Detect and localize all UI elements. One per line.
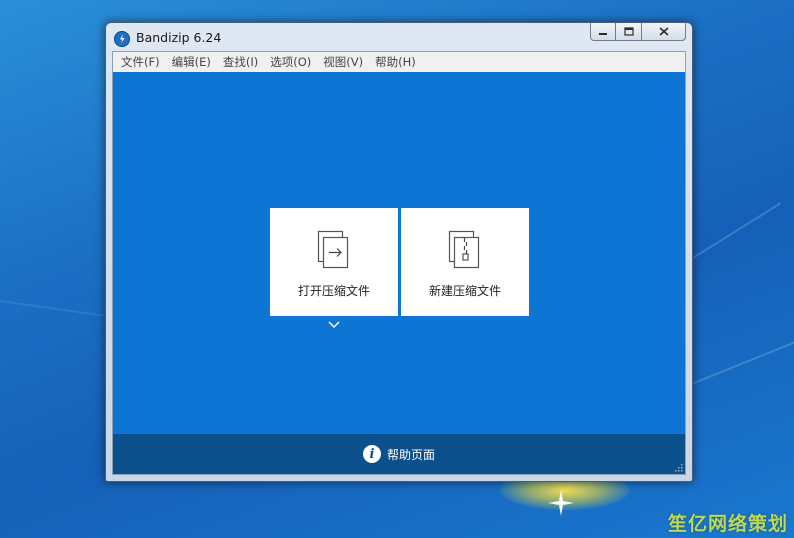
main-panel: 打开压缩文件 新建压缩文件 — [113, 72, 685, 434]
desktop-background: 笙亿网络策划 Bandizip 6.24 文件(F) 编辑(E) 查找(I) 选… — [0, 0, 794, 538]
maximize-icon — [623, 27, 634, 36]
wallpaper-ray — [0, 300, 119, 319]
watermark-text: 笙亿网络策划 — [667, 513, 788, 535]
bandizip-window: Bandizip 6.24 文件(F) 编辑(E) 查找(I) 选项(O) 视图… — [105, 22, 693, 482]
caption-buttons — [590, 23, 686, 41]
maximize-button[interactable] — [616, 23, 642, 41]
menu-bar: 文件(F) 编辑(E) 查找(I) 选项(O) 视图(V) 帮助(H) — [113, 52, 685, 73]
menu-edit[interactable]: 编辑(E) — [167, 54, 216, 70]
menu-options[interactable]: 选项(O) — [265, 54, 316, 70]
wallpaper-flare-icon — [548, 490, 574, 516]
new-archive-icon — [448, 230, 480, 269]
info-icon: i — [362, 445, 381, 463]
bandizip-app-icon[interactable] — [114, 31, 130, 47]
new-archive-label: 新建压缩文件 — [428, 284, 501, 298]
help-page-button[interactable]: i 帮助页面 — [113, 434, 685, 474]
close-icon — [658, 27, 669, 36]
open-archive-icon — [317, 230, 349, 269]
help-page-label: 帮助页面 — [386, 447, 435, 462]
title-bar[interactable]: Bandizip 6.24 — [106, 23, 692, 51]
window-client-area: 文件(F) 编辑(E) 查找(I) 选项(O) 视图(V) 帮助(H) 打开压缩… — [112, 51, 686, 475]
close-button[interactable] — [642, 23, 686, 41]
menu-file[interactable]: 文件(F) — [116, 54, 165, 70]
resize-grip-icon[interactable] — [673, 462, 683, 472]
menu-help[interactable]: 帮助(H) — [370, 54, 421, 70]
open-archive-button[interactable]: 打开压缩文件 — [270, 208, 398, 316]
menu-find[interactable]: 查找(I) — [218, 54, 263, 70]
minimize-icon — [599, 32, 607, 35]
new-archive-button[interactable]: 新建压缩文件 — [401, 208, 529, 316]
open-archive-label: 打开压缩文件 — [297, 284, 370, 298]
minimize-button[interactable] — [590, 23, 616, 41]
window-title: Bandizip 6.24 — [136, 30, 222, 45]
chevron-down-icon[interactable] — [327, 320, 341, 330]
menu-view[interactable]: 视图(V) — [318, 54, 368, 70]
